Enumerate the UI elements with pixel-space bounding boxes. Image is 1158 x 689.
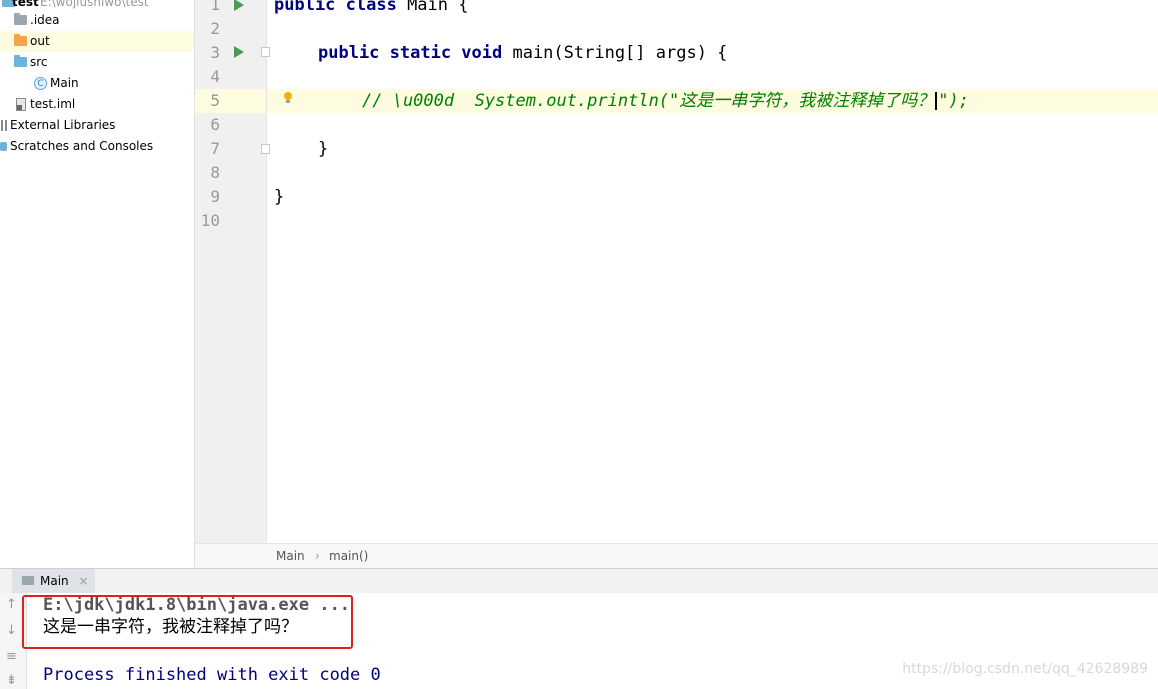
code-line-1: public class Main {: [274, 0, 468, 17]
folder-source-icon: [14, 55, 27, 67]
line-number: 6: [210, 115, 220, 134]
line-number: 3: [210, 43, 220, 62]
tree-item-label: Main: [50, 76, 79, 90]
breadcrumb-separator: ›: [315, 549, 320, 563]
code-line-7: }: [318, 139, 329, 159]
watermark: https://blog.csdn.net/qq_42628989: [902, 661, 1148, 677]
java-class-icon: C: [34, 77, 47, 90]
code-text: Main {: [396, 0, 469, 15]
tree-item-idea[interactable]: .idea: [0, 10, 194, 31]
line-number: 9: [210, 187, 220, 206]
run-config-icon: [22, 576, 34, 585]
tree-item-label: .idea: [30, 13, 60, 27]
code-keyword: public class: [274, 0, 397, 15]
run-class-icon[interactable]: [234, 0, 244, 11]
code-keyword: public static void: [318, 43, 503, 63]
tree-item-main[interactable]: C Main: [0, 73, 194, 94]
tree-item-out[interactable]: out: [0, 31, 194, 52]
folder-icon: [14, 13, 27, 25]
run-tab-label: Main: [40, 574, 69, 588]
code-comment-tail: ");: [938, 91, 969, 111]
tree-item-label: Scratches and Consoles: [10, 139, 154, 153]
library-icon: [1, 120, 7, 131]
run-tab-main[interactable]: Main ×: [12, 569, 95, 593]
tree-item-label: External Libraries: [10, 118, 116, 132]
tree-item-label: out: [30, 34, 50, 48]
arrow-down-icon[interactable]: ↓: [6, 623, 17, 638]
tree-item-label: src: [30, 55, 48, 69]
console-exit-line: Process finished with exit code 0: [43, 665, 381, 685]
tree-item-label: test.iml: [30, 97, 76, 111]
module-file-icon: [16, 98, 26, 111]
breadcrumb: Main › main(): [195, 543, 1158, 568]
scratches-icon: [0, 142, 7, 151]
code-editor[interactable]: [267, 0, 1158, 543]
project-tree: test E:\wojiushiwo\test .idea out src C …: [0, 0, 195, 567]
tree-item-test-iml[interactable]: test.iml: [0, 94, 194, 115]
line-number: 5: [210, 91, 220, 110]
line-numbers: 1 2 3 4 5 6 7 8 9 10: [195, 0, 292, 543]
breadcrumb-item[interactable]: main(): [329, 544, 368, 568]
text-caret: [935, 92, 938, 110]
tree-item-src[interactable]: src: [0, 52, 194, 73]
code-text: main(String[] args) {: [502, 43, 728, 63]
soft-wrap-icon[interactable]: ≡: [6, 649, 17, 664]
code-line-5: // \u000d System.out.println("这是一串字符，我被注…: [362, 89, 969, 113]
line-number: 1: [210, 0, 220, 14]
breadcrumb-item[interactable]: Main: [276, 544, 305, 568]
run-tab-bar: Main ×: [0, 568, 1158, 594]
line-number: 2: [210, 19, 220, 38]
code-comment: // \u000d System.out.println("这是一串字符，我被注…: [362, 91, 935, 111]
line-number: 8: [210, 163, 220, 182]
scroll-to-end-icon[interactable]: ⇟: [6, 673, 17, 688]
line-number: 10: [200, 211, 220, 230]
line-number: 4: [210, 67, 220, 86]
tree-item-external-libraries[interactable]: External Libraries: [0, 115, 194, 136]
code-line-3: public static void main(String[] args) {: [318, 41, 727, 65]
folder-orange-icon: [14, 34, 27, 46]
run-main-icon[interactable]: [234, 46, 244, 58]
tree-item-scratches[interactable]: Scratches and Consoles: [0, 136, 194, 157]
close-icon[interactable]: ×: [78, 574, 88, 588]
code-line-9: }: [274, 187, 285, 207]
highlight-box: [22, 595, 353, 649]
arrow-up-icon[interactable]: ↑: [6, 597, 17, 612]
line-number: 7: [210, 139, 220, 158]
